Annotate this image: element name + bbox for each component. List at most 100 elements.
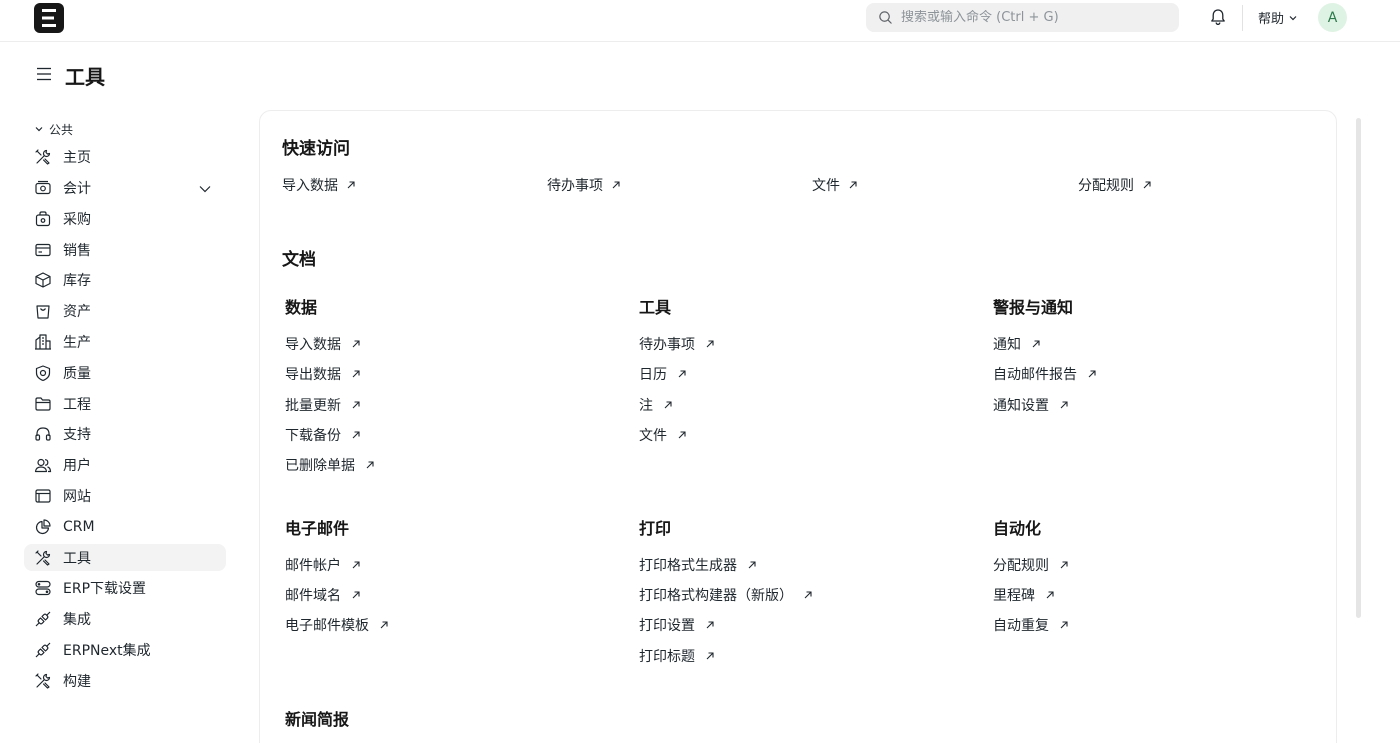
doc-link[interactable]: 电子邮件模板 (285, 615, 389, 635)
website-icon (35, 489, 51, 503)
link-label: 邮件帐户 (285, 558, 341, 574)
arrow-up-right-icon (366, 461, 374, 469)
tools-icon (35, 550, 51, 566)
sidebar-item-manufacturing[interactable]: 生产 (24, 329, 226, 356)
sidebar-item-label: ERP下载设置 (63, 581, 147, 598)
doc-link[interactable]: 日历 (639, 364, 687, 384)
sidebar-item-tools[interactable]: 工具 (24, 544, 226, 572)
sidebar-item-support[interactable]: 支持 (24, 421, 226, 448)
doc-link[interactable]: 里程碑 (993, 585, 1055, 605)
link-label: 导入数据 (282, 178, 338, 194)
doc-link[interactable]: 通知 (993, 334, 1041, 354)
sidebar-item-integrations[interactable]: 集成 (24, 606, 226, 633)
arrow-up-right-icon (1060, 561, 1068, 569)
doc-link[interactable]: 批量更新 (285, 395, 361, 415)
documents-title: 文档 (282, 250, 316, 270)
quick-access-link[interactable]: 分配规则 (1078, 175, 1152, 195)
arrow-up-right-icon (612, 181, 620, 189)
doc-link[interactable]: 打印格式构建器（新版） (639, 585, 813, 605)
search-icon (879, 11, 892, 24)
link-label: 日历 (639, 367, 667, 383)
sidebar-item-label: 采购 (63, 211, 91, 228)
sidebar-section-public[interactable]: 公共 (24, 118, 226, 140)
doc-link[interactable]: 打印格式生成器 (639, 555, 757, 575)
sidebar-item-label: 资产 (63, 304, 91, 321)
sidebar-item-label: 工具 (63, 550, 91, 567)
selling-icon (35, 243, 51, 256)
arrow-up-right-icon (804, 591, 812, 599)
logo-icon (42, 9, 56, 27)
sidebar-item-label: 销售 (63, 242, 91, 259)
sidebar-item-erp-download-settings[interactable]: ERP下载设置 (24, 575, 226, 602)
link-label: 分配规则 (993, 558, 1049, 574)
page-scrollbar[interactable] (1356, 118, 1361, 618)
doc-link[interactable]: 待办事项 (639, 334, 715, 354)
arrow-up-right-icon (352, 431, 360, 439)
link-label: 待办事项 (639, 337, 695, 353)
doc-link[interactable]: 打印设置 (639, 615, 715, 635)
sidebar-item-crm[interactable]: CRM (24, 513, 226, 540)
sidebar: 公共 主页 会计 采购 销售 库存 资产 生产 质量 工程 支持 用户 网站 C… (24, 118, 226, 694)
link-label: 文件 (639, 428, 667, 444)
link-label: 注 (639, 398, 653, 414)
sidebar-item-assets[interactable]: 资产 (24, 298, 226, 325)
sidebar-item-users[interactable]: 用户 (24, 452, 226, 479)
arrow-up-right-icon (849, 181, 857, 189)
manufacturing-icon (35, 334, 51, 350)
link-label: 分配规则 (1078, 178, 1134, 194)
search-input[interactable] (901, 10, 1161, 25)
sidebar-item-label: 主页 (63, 150, 91, 167)
doc-link[interactable]: 已删除单据 (285, 455, 375, 475)
quick-access-link[interactable]: 文件 (812, 175, 858, 195)
arrow-up-right-icon (664, 401, 672, 409)
notification-bell-icon[interactable] (1208, 7, 1228, 27)
quick-access-link[interactable]: 待办事项 (547, 175, 621, 195)
doc-link[interactable]: 打印标题 (639, 646, 715, 666)
sidebar-item-projects[interactable]: 工程 (24, 390, 226, 417)
sidebar-item-erpnext-integrations[interactable]: ERPNext集成 (24, 637, 226, 664)
sidebar-item-accounting[interactable]: 会计 (24, 175, 226, 202)
arrow-up-right-icon (347, 181, 355, 189)
doc-link[interactable]: 文件 (639, 425, 687, 445)
sidebar-item-build[interactable]: 构建 (24, 667, 226, 694)
chevron-down-icon[interactable] (198, 182, 212, 196)
search-bar[interactable] (866, 3, 1179, 32)
doc-link[interactable]: 邮件域名 (285, 585, 361, 605)
doc-link[interactable]: 分配规则 (993, 555, 1069, 575)
sidebar-item-label: 工程 (63, 396, 91, 413)
doc-link[interactable]: 导出数据 (285, 364, 361, 384)
sidebar-item-home[interactable]: 主页 (24, 144, 226, 171)
arrow-up-right-icon (1088, 370, 1096, 378)
sidebar-toggle-icon[interactable] (36, 66, 52, 82)
help-dropdown[interactable]: 帮助 (1258, 8, 1298, 27)
link-label: 导入数据 (285, 337, 341, 353)
quick-access-link[interactable]: 导入数据 (282, 175, 356, 195)
sidebar-item-label: CRM (63, 518, 95, 535)
link-label: 文件 (812, 178, 840, 194)
doc-link[interactable]: 自动邮件报告 (993, 364, 1097, 384)
sidebar-item-quality[interactable]: 质量 (24, 359, 226, 386)
app-logo[interactable] (34, 3, 64, 33)
link-label: 通知 (993, 337, 1021, 353)
sidebar-section-label: 公共 (49, 122, 74, 137)
link-label: 里程碑 (993, 588, 1035, 604)
doc-link[interactable]: 下载备份 (285, 425, 361, 445)
doc-link[interactable]: 注 (639, 395, 673, 415)
doc-link[interactable]: 通知设置 (993, 395, 1069, 415)
group-title-data: 数据 (285, 298, 318, 317)
group-title-tools: 工具 (639, 298, 672, 317)
sidebar-item-buying[interactable]: 采购 (24, 205, 226, 232)
sidebar-item-stock[interactable]: 库存 (24, 267, 226, 294)
quick-access-title: 快速访问 (282, 139, 350, 159)
arrow-up-right-icon (1046, 591, 1054, 599)
doc-link[interactable]: 邮件帐户 (285, 555, 361, 575)
arrow-up-right-icon (352, 370, 360, 378)
sidebar-item-label: 构建 (63, 673, 91, 690)
sidebar-item-selling[interactable]: 销售 (24, 236, 226, 263)
link-label: 打印标题 (639, 649, 695, 665)
sidebar-item-website[interactable]: 网站 (24, 483, 226, 510)
doc-link[interactable]: 导入数据 (285, 334, 361, 354)
user-avatar[interactable]: A (1318, 3, 1347, 32)
arrow-up-right-icon (678, 431, 686, 439)
doc-link[interactable]: 自动重复 (993, 615, 1069, 635)
